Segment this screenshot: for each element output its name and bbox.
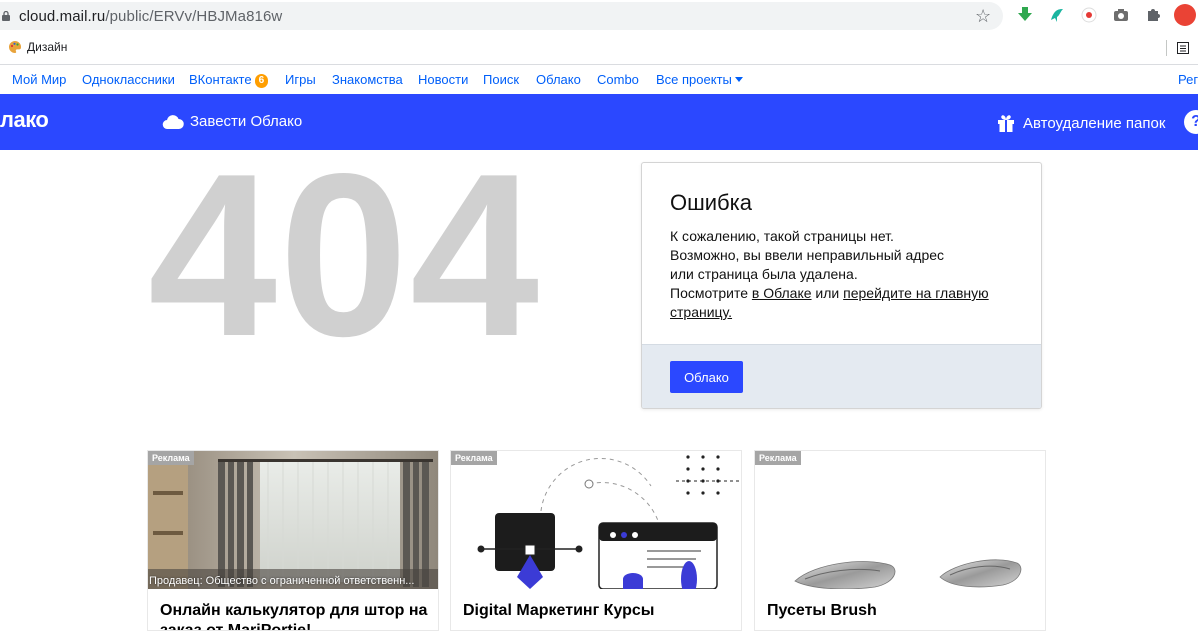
nav-games[interactable]: Игры [285, 72, 316, 87]
ad-label: Реклама [148, 451, 194, 465]
address-bar[interactable]: cloud.mail.ru/public/ERVv/HBJMa816w ☆ [0, 2, 1003, 30]
error-code: 404 [148, 126, 542, 385]
caret-down-icon [734, 77, 743, 82]
link-in-cloud[interactable]: в Облаке [752, 285, 812, 301]
error-line-1: К сожалению, такой страницы нет. [670, 228, 894, 244]
browser-toolbar: cloud.mail.ru/public/ERVv/HBJMa816w ☆ [0, 0, 1198, 32]
profile-avatar[interactable] [1174, 4, 1196, 26]
error-line-4-prefix: Посмотрите [670, 285, 752, 301]
nav-vkontakte-label: ВКонтакте [189, 72, 252, 87]
notification-badge: 6 [254, 74, 269, 88]
nav-vkontakte[interactable]: ВКонтакте 6 [189, 72, 269, 88]
ad-image-curtains: Продавец: Общество с ограниченной ответс… [148, 451, 438, 589]
ad-card-earrings[interactable]: Реклама Пусеты Brush [754, 450, 1046, 631]
nav-all-projects-label: Все проекты [656, 72, 732, 87]
ad-seller: Продавец: Общество с ограниченной ответс… [149, 575, 415, 587]
nav-register[interactable]: Рег [1178, 72, 1198, 87]
help-icon[interactable]: ? [1184, 110, 1198, 134]
ad-card-curtains[interactable]: Продавец: Общество с ограниченной ответс… [147, 450, 439, 631]
nav-cloud[interactable]: Облако [536, 72, 581, 87]
error-title: Ошибка [670, 190, 752, 215]
ad-title[interactable]: Пусеты Brush [767, 601, 1037, 621]
ad-title[interactable]: Онлайн калькулятор для штор на заказ от … [160, 601, 430, 630]
reading-list-icon [1177, 42, 1189, 54]
url-text: cloud.mail.ru/public/ERVv/HBJMa816w [19, 8, 283, 25]
extensions-puzzle-icon[interactable] [1144, 6, 1162, 24]
nav-dating[interactable]: Знакомства [332, 72, 403, 87]
camera-extension-icon[interactable] [1112, 6, 1130, 24]
error-line-4: Посмотрите в Облаке или перейдите на гла… [670, 284, 1030, 322]
cloud-logo[interactable]: лако [0, 107, 49, 133]
nav-combo[interactable]: Combo [597, 72, 639, 87]
ad-image-earrings [755, 451, 1045, 589]
bookmark-design-label: Дизайн [27, 40, 68, 54]
ad-image-marketing [451, 451, 741, 589]
reading-list[interactable]: С [1166, 40, 1198, 56]
bookmarks-bar: Дизайн С [0, 32, 1198, 65]
nav-moi-mir[interactable]: Мой Мир [12, 72, 66, 87]
lock-icon [2, 11, 10, 21]
nav-odnoklassniki[interactable]: Одноклассники [82, 72, 175, 87]
ad-label: Реклама [451, 451, 497, 465]
nav-search[interactable]: Поиск [483, 72, 519, 87]
autodelete-folders-button[interactable]: Автоудаление папок [996, 113, 1165, 133]
error-line-3: или страница была удалена. [670, 266, 858, 282]
ad-title[interactable]: Digital Маркетинг Курсы [463, 601, 733, 621]
error-card: Ошибка К сожалению, такой страницы нет. … [641, 162, 1042, 409]
portal-nav: Мой Мир Одноклассники ВКонтакте 6 Игры Зн… [0, 66, 1198, 94]
error-card-footer: Облако [642, 344, 1041, 408]
bookmark-design[interactable]: Дизайн [8, 40, 67, 54]
ad-card-digital-marketing[interactable]: Реклама Digital Маркетинг Курсы [450, 450, 742, 631]
ad-label: Реклама [755, 451, 801, 465]
error-message: К сожалению, такой страницы нет. Возможн… [670, 227, 1030, 322]
download-extension-icon[interactable] [1016, 6, 1034, 24]
nav-all-projects[interactable]: Все проекты [656, 72, 743, 87]
autodelete-label: Автоудаление папок [1023, 114, 1166, 132]
record-extension-icon[interactable] [1080, 6, 1098, 24]
error-line-2: Возможно, вы ввели неправильный адрес [670, 247, 945, 263]
palette-icon [9, 40, 22, 53]
gift-icon [998, 115, 1014, 132]
bookmark-star-icon[interactable]: ☆ [975, 7, 991, 25]
cloud-button[interactable]: Облако [670, 361, 743, 393]
nav-news[interactable]: Новости [418, 72, 468, 87]
error-line-4-mid: или [811, 285, 844, 301]
bookmarks-divider [1166, 40, 1167, 56]
bird-extension-icon[interactable] [1048, 6, 1066, 24]
